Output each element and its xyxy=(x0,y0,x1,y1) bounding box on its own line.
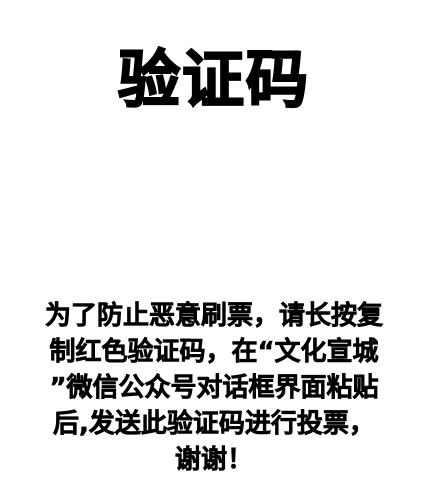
page-title: 验证码 xyxy=(117,42,310,117)
message-line-1: 为了防止恶意刷票，请长按复 xyxy=(44,301,384,332)
message-line-3: ”微信公众号对话框界面粘贴 xyxy=(49,373,379,404)
message-line-5: 谢谢！ xyxy=(174,445,254,476)
message-line-2: 制红色验证码，在“文化宣城 xyxy=(49,337,379,368)
instruction-message: 为了防止恶意刷票，请长按复 制红色验证码，在“文化宣城 ”微信公众号对话框界面粘… xyxy=(18,298,410,478)
message-line-4: 后,发送此验证码进行投票， xyxy=(53,409,375,440)
